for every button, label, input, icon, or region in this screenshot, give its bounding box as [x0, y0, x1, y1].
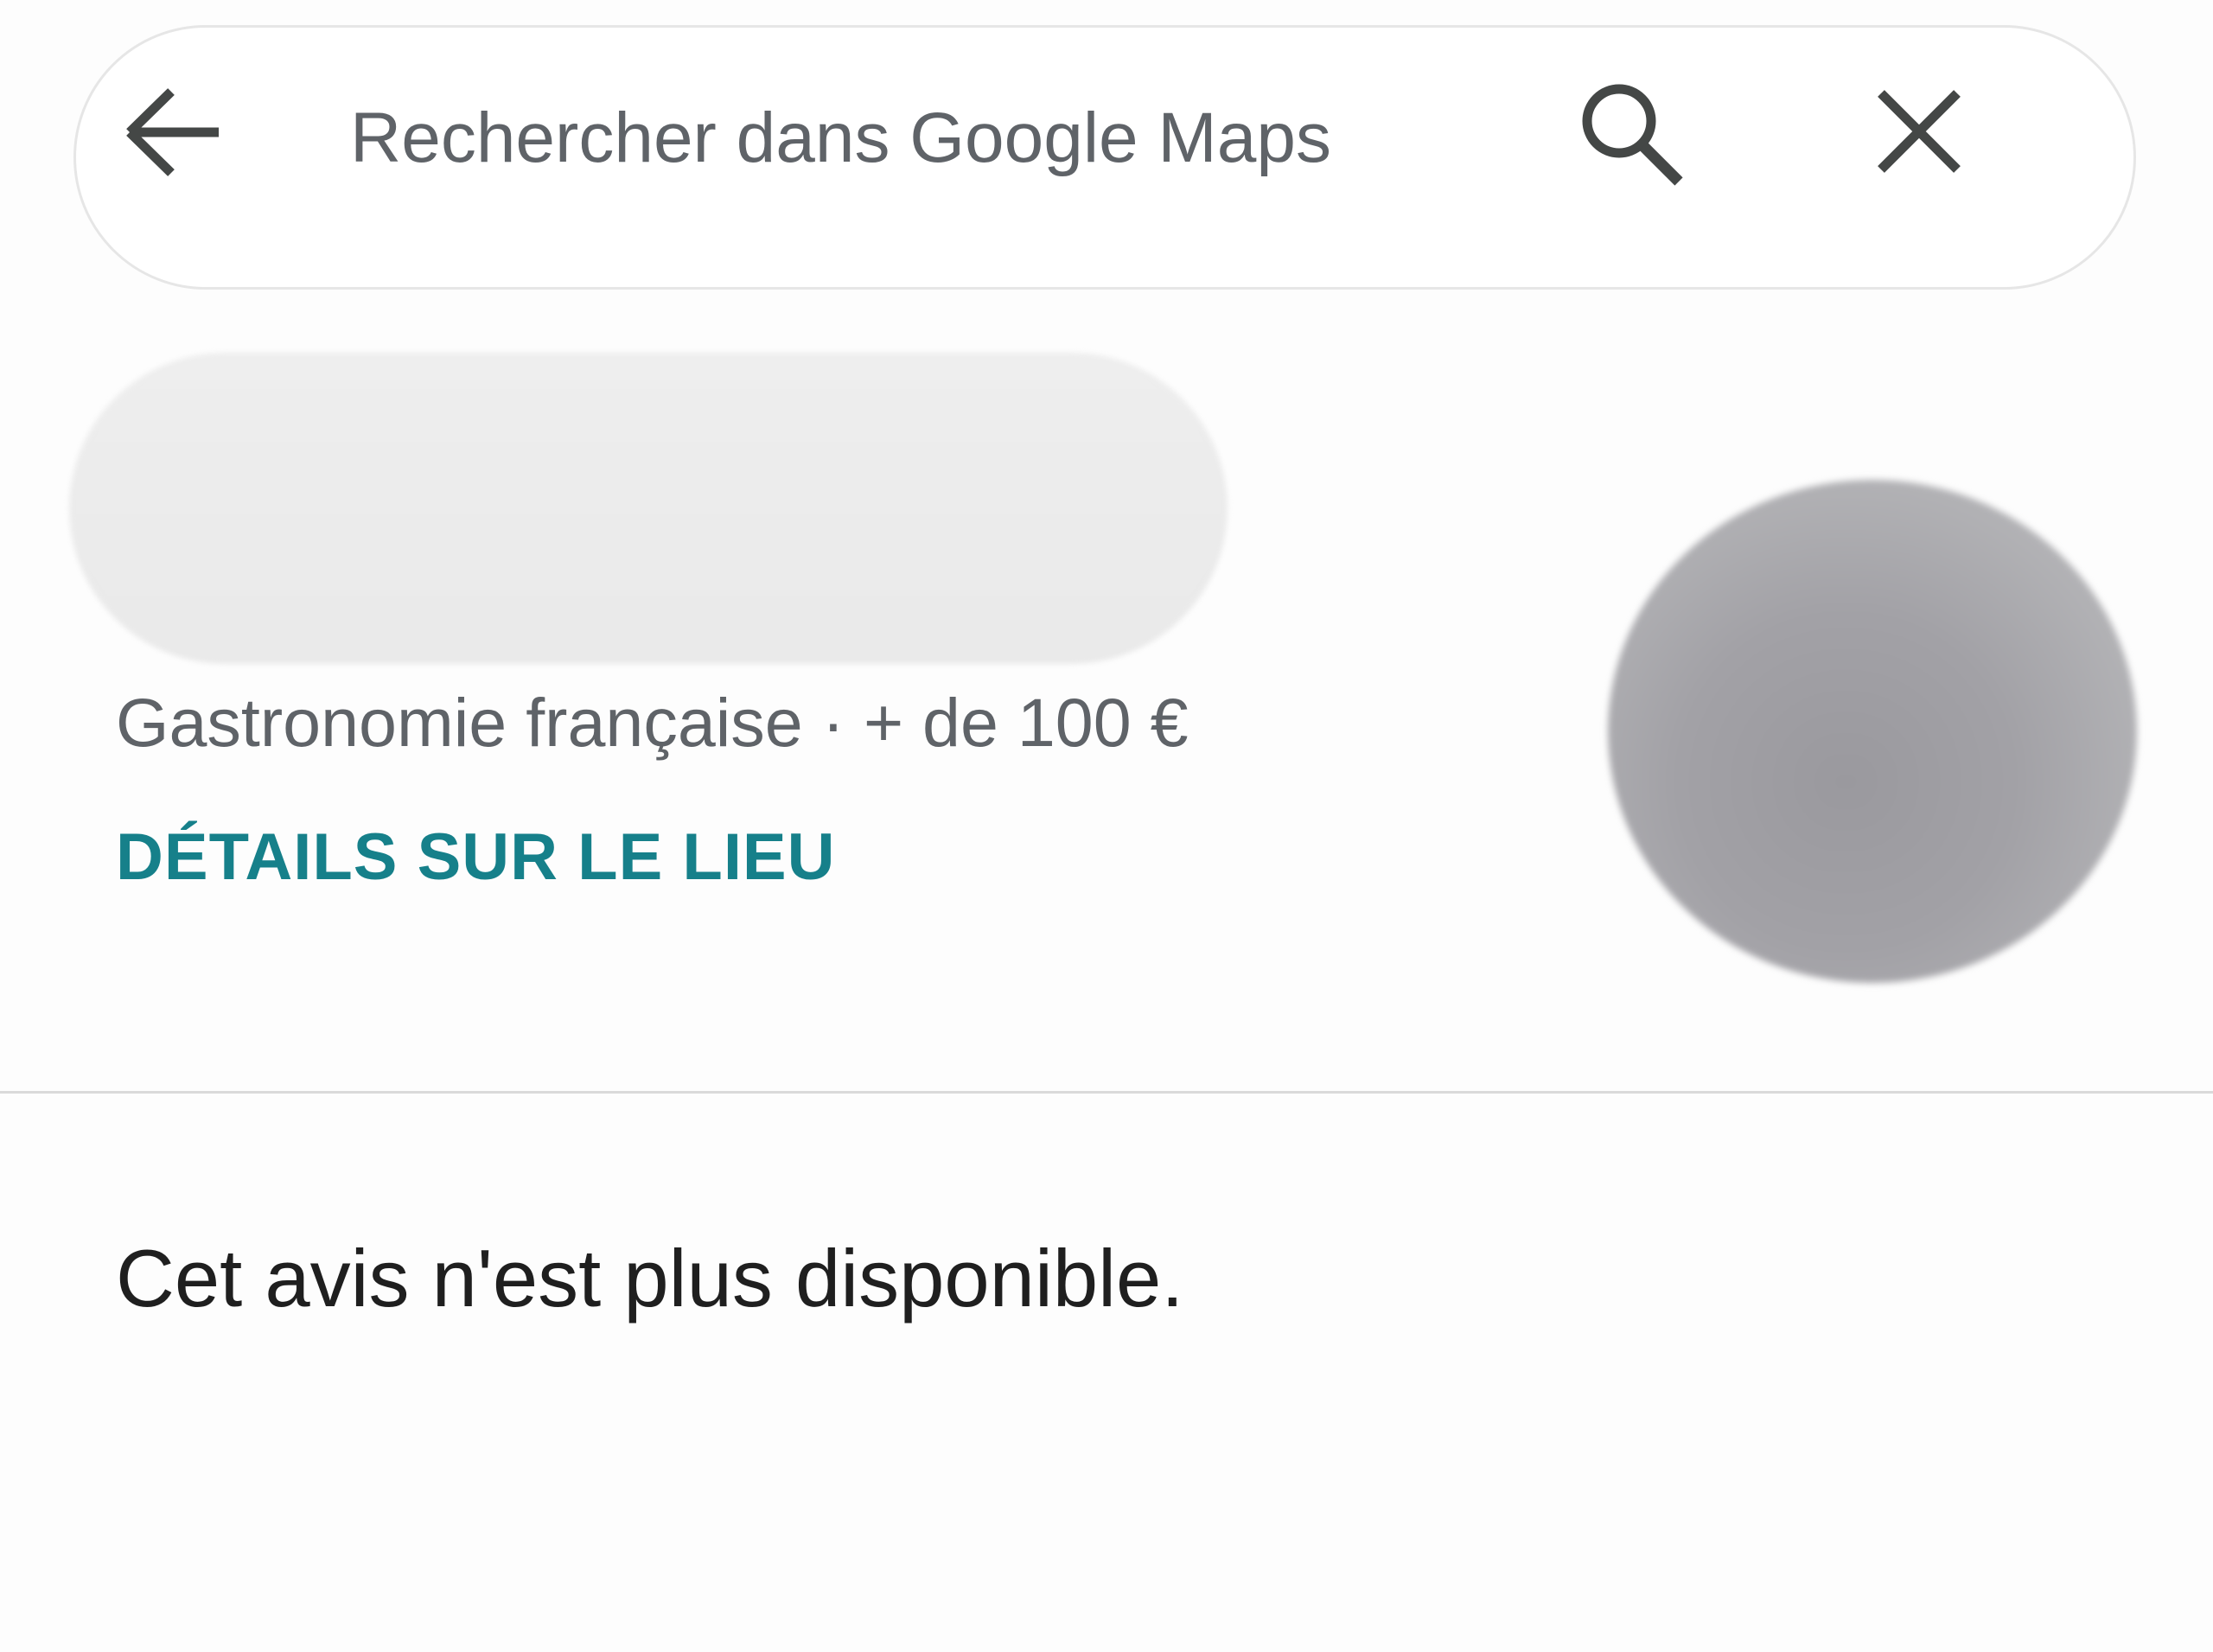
close-button[interactable] [1850, 72, 1988, 193]
search-button[interactable] [1565, 72, 1703, 193]
search-input[interactable] [350, 86, 1543, 190]
search-icon [1582, 84, 1683, 186]
review-page: Gastronomie française · + de 100 € DÉTAI… [0, 0, 2213, 1652]
place-category: Gastronomie française · + de 100 € [116, 684, 1189, 761]
section-divider [0, 1091, 2213, 1094]
review-unavailable-message: Cet avis n'est plus disponible. [116, 1233, 1184, 1324]
arrow-back-icon [126, 88, 219, 176]
place-photo-redacted [1608, 480, 2137, 983]
back-button[interactable] [102, 72, 240, 193]
close-icon [1878, 90, 1961, 173]
place-details-link[interactable]: DÉTAILS SUR LE LIEU [116, 820, 836, 895]
place-name-redacted [69, 353, 1228, 664]
